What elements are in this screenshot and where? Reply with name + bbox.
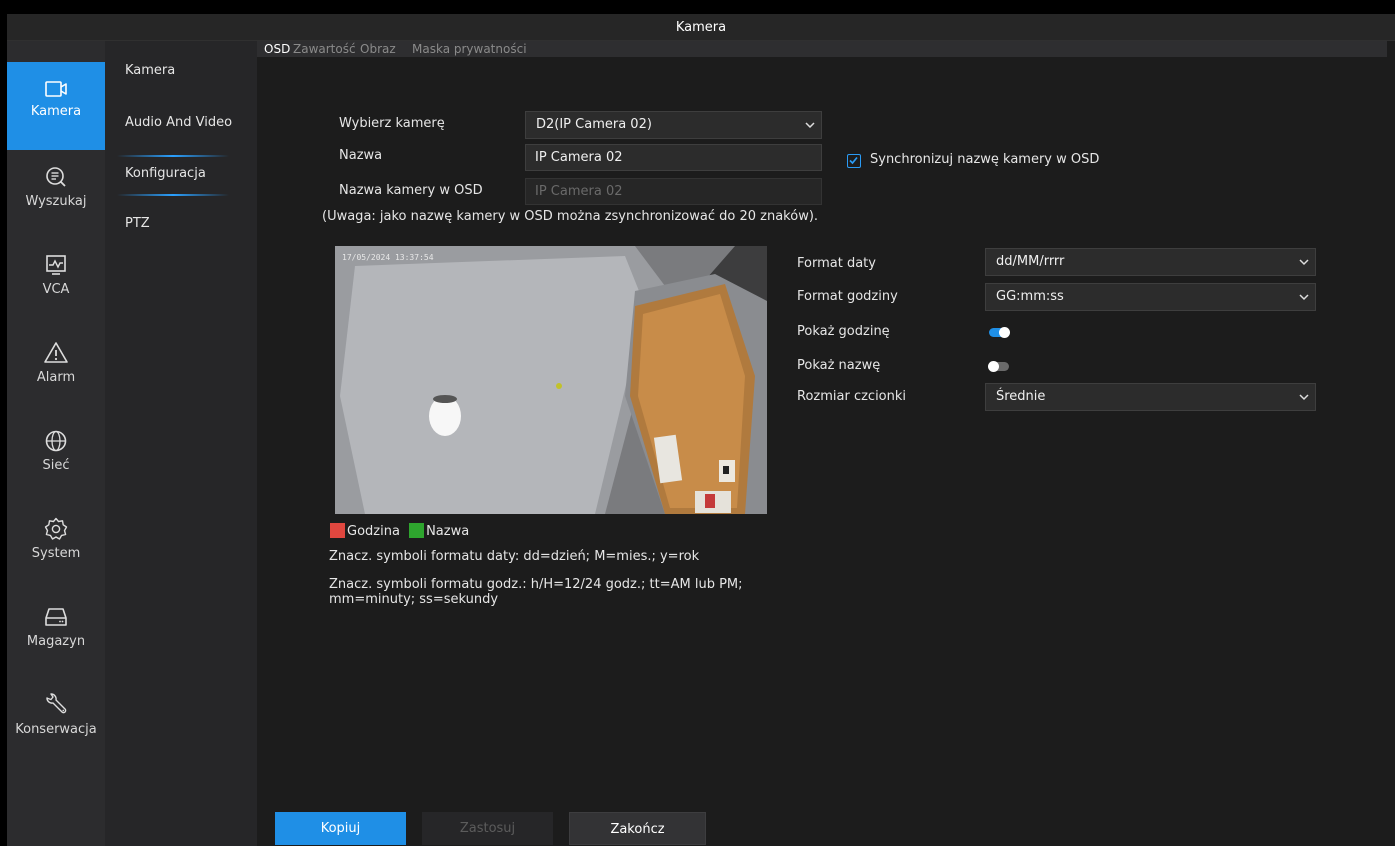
chevron-down-icon <box>1299 294 1309 301</box>
submenu-active-indicator-top <box>117 155 229 157</box>
legend-name-label: Nazwa <box>426 524 470 539</box>
legend-time-swatch <box>330 523 345 538</box>
submenu-active-indicator-bottom <box>117 194 229 196</box>
tab-zawartosc[interactable]: Zawartość <box>293 42 356 56</box>
nav-magazyn-label: Magazyn <box>26 634 86 649</box>
exit-button[interactable]: Zakończ <box>569 812 706 845</box>
font-size-select[interactable]: Średnie <box>985 383 1316 411</box>
nav-vca-label: VCA <box>42 282 70 297</box>
show-name-toggle[interactable] <box>988 361 1009 372</box>
apply-button[interactable]: Zastosuj <box>422 812 553 845</box>
camera-submenu: Kamera Audio And Video Konfiguracja PTZ <box>105 41 257 846</box>
toggle-knob <box>988 361 999 372</box>
osd-name-field[interactable]: IP Camera 02 <box>525 178 822 205</box>
camera-select[interactable]: D2(IP Camera 02) <box>525 111 822 139</box>
network-icon <box>45 430 67 452</box>
date-format-hint: Znacz. symboli formatu daty: dd=dzień; M… <box>329 549 700 564</box>
osd-name-label: Nazwa kamery w OSD <box>339 183 483 198</box>
nav-vca[interactable]: VCA <box>7 238 105 326</box>
nav-konserwacja-label: Konserwacja <box>15 722 97 737</box>
date-format-select[interactable]: dd/MM/rrrr <box>985 248 1316 276</box>
time-format-label: Format godziny <box>797 289 898 304</box>
osd-legend: Godzina Nazwa <box>330 523 469 539</box>
date-format-label: Format daty <box>797 256 876 271</box>
nav-konserwacja[interactable]: Konserwacja <box>7 678 105 766</box>
time-format-hint-line2: mm=minuty; ss=sekundy <box>329 592 499 607</box>
nav-alarm-label: Alarm <box>36 370 76 385</box>
vca-icon <box>46 255 66 275</box>
camera-icon <box>45 81 67 97</box>
tab-osd[interactable]: OSD <box>264 42 290 56</box>
copy-button[interactable]: Kopiuj <box>275 812 406 845</box>
nav-system[interactable]: System <box>7 502 105 590</box>
time-format-hint-line1: Znacz. symboli formatu godz.: h/H=12/24 … <box>329 577 743 592</box>
osd-name-note: (Uwaga: jako nazwę kamery w OSD można zs… <box>322 209 819 224</box>
nav-kamera-label: Kamera <box>30 104 82 119</box>
nav-alarm[interactable]: Alarm <box>7 326 105 414</box>
show-time-toggle[interactable] <box>989 327 1010 338</box>
tab-obraz[interactable]: Obraz <box>360 42 396 56</box>
chevron-down-icon <box>805 122 815 129</box>
main-panel: OSD Zawartość Obraz Maska prywatności Wy… <box>257 41 1395 846</box>
tab-maska-prywatnosci[interactable]: Maska prywatności <box>412 42 527 56</box>
nav-system-label: System <box>31 546 81 561</box>
sync-name-label: Synchronizuj nazwę kamery w OSD <box>870 152 1100 167</box>
alarm-icon <box>44 342 68 363</box>
osd-timestamp: 17/05/2024 13:37:54 <box>342 253 434 262</box>
name-label: Nazwa <box>339 148 383 163</box>
storage-icon <box>45 608 67 626</box>
time-format-select[interactable]: GG:mm:ss <box>985 283 1316 311</box>
submenu-item-audio-video[interactable]: Audio And Video <box>125 115 232 130</box>
time-format-value: GG:mm:ss <box>996 289 1064 304</box>
nav-siec-label: Sieć <box>42 458 70 473</box>
toggle-knob <box>999 327 1010 338</box>
camera-select-value: D2(IP Camera 02) <box>536 117 652 132</box>
tab-bar: OSD Zawartość Obraz Maska prywatności <box>257 41 1395 70</box>
submenu-item-konfiguracja[interactable]: Konfiguracja <box>125 166 206 181</box>
font-size-label: Rozmiar czcionki <box>797 389 907 404</box>
search-icon <box>46 167 66 187</box>
nav-magazyn[interactable]: Magazyn <box>7 590 105 678</box>
wrench-icon <box>46 693 67 714</box>
camera-select-label: Wybierz kamerę <box>339 116 445 131</box>
chevron-down-icon <box>1299 259 1309 266</box>
sync-name-checkbox[interactable] <box>847 154 861 168</box>
camera-preview: 17/05/2024 13:37:54 <box>335 246 767 514</box>
nav-siec[interactable]: Sieć <box>7 414 105 502</box>
camera-preview-image <box>335 246 767 514</box>
app-window: Kamera Kamera Wyszukaj VCA Alarm Sieć Sy… <box>7 14 1395 846</box>
legend-time-label: Godzina <box>347 524 400 539</box>
font-size-value: Średnie <box>996 389 1046 404</box>
submenu-item-kamera[interactable]: Kamera <box>125 63 175 78</box>
chevron-down-icon <box>1299 394 1309 401</box>
nav-wyszukaj[interactable]: Wyszukaj <box>7 150 105 238</box>
check-icon <box>849 156 858 165</box>
window-title: Kamera <box>7 14 1395 41</box>
show-time-label: Pokaż godzinę <box>797 324 890 339</box>
nav-wyszukaj-label: Wyszukaj <box>25 194 87 209</box>
show-name-label: Pokaż nazwę <box>797 358 881 373</box>
legend-name-swatch <box>409 523 425 538</box>
main-nav-rail: Kamera Wyszukaj VCA Alarm Sieć System Ma… <box>7 41 105 846</box>
submenu-item-ptz[interactable]: PTZ <box>125 216 150 231</box>
nav-kamera[interactable]: Kamera <box>7 62 105 150</box>
name-field[interactable]: IP Camera 02 <box>525 144 822 171</box>
date-format-value: dd/MM/rrrr <box>996 254 1065 269</box>
gear-icon <box>44 517 68 540</box>
